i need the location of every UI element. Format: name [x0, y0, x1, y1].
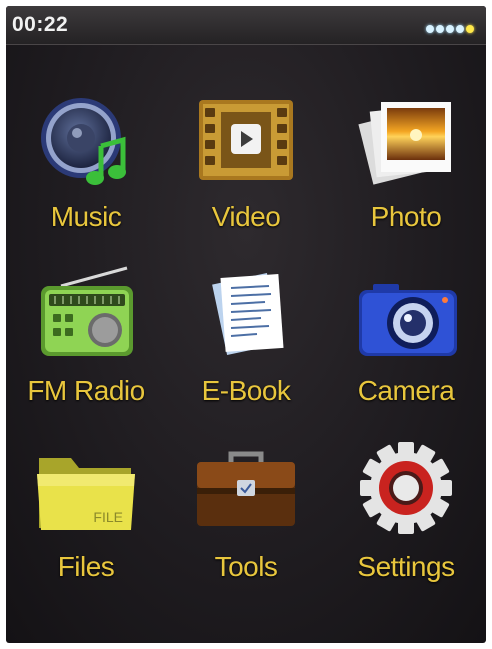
menu-item-label: Tools — [214, 551, 278, 582]
menu-item-label: Settings — [357, 551, 455, 582]
device-screen: 00:22 Music Video Photo FM Radio E-Book … — [6, 6, 486, 643]
menu-item-label: E-Book — [201, 375, 291, 406]
folder-icon: FILE — [31, 436, 141, 546]
camera-icon — [351, 260, 461, 370]
toolbox-icon — [191, 436, 301, 546]
music-icon — [31, 86, 141, 196]
ebook-icon — [191, 260, 301, 370]
battery-level-icon — [424, 20, 474, 33]
video-icon — [191, 86, 301, 196]
status-bar: 00:22 — [6, 6, 486, 45]
photo-icon — [351, 86, 461, 196]
menu-item-video[interactable]: Video — [166, 86, 326, 246]
menu-item-label: Music — [50, 201, 122, 232]
menu-item-fm-radio[interactable]: FM Radio — [6, 260, 166, 420]
menu-item-label: Photo — [370, 201, 442, 232]
menu-item-label: Files — [57, 551, 115, 582]
menu-item-label: Video — [211, 201, 281, 232]
menu-item-camera[interactable]: Camera — [326, 260, 486, 420]
main-menu-grid: Music Video Photo FM Radio E-Book Camera… — [6, 44, 486, 643]
menu-item-music[interactable]: Music — [6, 86, 166, 246]
menu-item-settings[interactable]: Settings — [326, 436, 486, 596]
folder-icon-text: FILE — [93, 509, 123, 525]
radio-icon — [31, 260, 141, 370]
menu-item-e-book[interactable]: E-Book — [166, 260, 326, 420]
clock: 00:22 — [12, 13, 69, 36]
menu-item-tools[interactable]: Tools — [166, 436, 326, 596]
gear-icon — [351, 436, 461, 546]
menu-item-label: Camera — [357, 375, 455, 406]
menu-item-photo[interactable]: Photo — [326, 86, 486, 246]
menu-item-label: FM Radio — [27, 375, 145, 406]
menu-item-files[interactable]: FILE Files — [6, 436, 166, 596]
